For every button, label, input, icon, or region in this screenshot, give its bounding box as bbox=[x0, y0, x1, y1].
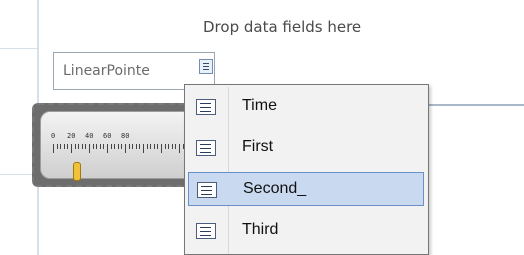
gauge-tick bbox=[175, 144, 177, 149]
gauge-tick bbox=[135, 144, 137, 149]
gauge-tick bbox=[89, 144, 90, 153]
gauge-tick bbox=[146, 144, 148, 149]
gauge-tick bbox=[171, 144, 173, 149]
gauge-tick-label: 80 bbox=[121, 132, 130, 140]
gauge-tick bbox=[107, 144, 108, 153]
gauge-tick bbox=[150, 144, 152, 149]
gauge-tick bbox=[74, 144, 76, 149]
menu-item-label: Third bbox=[242, 221, 279, 238]
gauge-tick bbox=[71, 144, 72, 153]
gauge-tick-label: 60 bbox=[103, 132, 112, 140]
gauge-tick bbox=[110, 144, 112, 149]
drop-data-fields-hint: Drop data fields here bbox=[203, 18, 362, 36]
field-dropdown-menu: Time First Second_ Third bbox=[184, 84, 429, 255]
menu-item-label: Time bbox=[242, 97, 277, 114]
gauge-tick bbox=[96, 144, 98, 149]
gauge-tick bbox=[53, 144, 54, 153]
gauge-tick bbox=[67, 144, 69, 149]
gauge-tick bbox=[81, 144, 83, 149]
row-divider bbox=[0, 48, 37, 49]
gauge-tick bbox=[153, 144, 155, 149]
gauge-tick bbox=[128, 144, 130, 149]
menu-item-label: Second_ bbox=[243, 180, 307, 197]
gauge-tick bbox=[168, 144, 170, 149]
gauge-tick-label: 40 bbox=[85, 132, 94, 140]
field-icon bbox=[196, 140, 216, 156]
gauge-tick bbox=[121, 144, 123, 149]
gauge-tick bbox=[139, 144, 141, 149]
gauge-tick bbox=[63, 144, 65, 149]
linear-gauge[interactable]: 0 20 40 60 80 bbox=[32, 103, 215, 187]
menu-item-second[interactable]: Second_ bbox=[188, 172, 424, 206]
gauge-tick bbox=[125, 144, 126, 153]
gauge-tick bbox=[117, 144, 119, 149]
data-field-label: LinearPointe bbox=[63, 63, 150, 79]
gauge-tick bbox=[99, 144, 101, 149]
menu-item-label: First bbox=[242, 138, 274, 155]
gauge-tick bbox=[103, 144, 105, 149]
gauge-tick bbox=[60, 144, 62, 149]
field-icon bbox=[196, 99, 216, 115]
gauge-tick bbox=[143, 144, 144, 153]
field-dropdown-button[interactable] bbox=[199, 59, 213, 74]
gauge-tick bbox=[164, 144, 166, 149]
gauge-face: 0 20 40 60 80 bbox=[40, 111, 215, 181]
gauge-tick bbox=[78, 144, 80, 149]
menu-item-third[interactable]: Third bbox=[188, 214, 424, 248]
gauge-tick bbox=[179, 144, 180, 153]
field-icon bbox=[196, 223, 216, 239]
gauge-tick bbox=[114, 144, 116, 149]
designer-surface: Drop data fields here LinearPointe 0 20 … bbox=[0, 0, 524, 255]
gauge-tick-label: 0 bbox=[51, 132, 56, 140]
menu-item-first[interactable]: First bbox=[188, 131, 424, 165]
gauge-tick bbox=[157, 144, 159, 149]
field-icon bbox=[197, 182, 217, 198]
gauge-pointer[interactable] bbox=[73, 162, 81, 181]
gauge-tick bbox=[56, 144, 58, 149]
gauge-tick bbox=[92, 144, 94, 149]
gauge-tick bbox=[85, 144, 87, 149]
menu-item-time[interactable]: Time bbox=[188, 90, 424, 124]
gauge-tick-label: 20 bbox=[67, 132, 76, 140]
gauge-tick bbox=[161, 144, 162, 153]
gauge-tick bbox=[132, 144, 134, 149]
